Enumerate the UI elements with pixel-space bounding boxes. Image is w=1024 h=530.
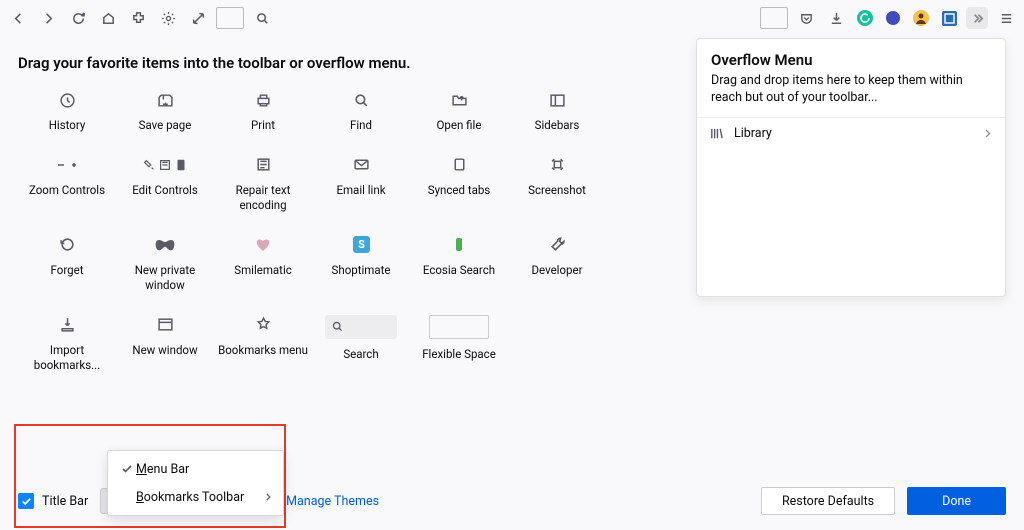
- reload-icon[interactable]: [66, 6, 90, 30]
- item-import[interactable]: Import bookmarks...: [18, 315, 116, 373]
- titlebar-checkbox[interactable]: Title Bar: [18, 493, 88, 509]
- overflow-panel: Overflow Menu Drag and drop items here t…: [696, 38, 1006, 297]
- newwin-icon: [157, 315, 174, 335]
- print-icon: [255, 90, 272, 110]
- item-open-file[interactable]: Open file: [410, 90, 508, 133]
- back-icon[interactable]: [6, 6, 30, 30]
- toolbar-placeholder[interactable]: [216, 7, 244, 29]
- done-button[interactable]: Done: [907, 487, 1006, 515]
- checkbox-checked-icon: [18, 493, 34, 509]
- forward-icon[interactable]: [36, 6, 60, 30]
- openfile-icon: [451, 90, 468, 110]
- repair-icon: [255, 155, 272, 175]
- save-icon: [157, 90, 174, 110]
- item-forget[interactable]: Forget: [18, 235, 116, 293]
- item-ecosia[interactable]: Ecosia Search: [410, 235, 508, 293]
- svg-text:S: S: [358, 238, 365, 251]
- item-edit[interactable]: Edit Controls: [116, 155, 214, 213]
- grammarly-icon[interactable]: [854, 7, 876, 29]
- manage-themes-link[interactable]: Manage Themes: [286, 494, 379, 509]
- restore-defaults-button[interactable]: Restore Defaults: [761, 487, 895, 515]
- shop-icon: S: [353, 235, 370, 255]
- item-find[interactable]: Find: [312, 90, 410, 133]
- sidebars-icon: [549, 90, 566, 110]
- menu-item-bookmarks-toolbar[interactable]: Bookmarks Toolbar: [108, 483, 283, 511]
- item-save-page[interactable]: Save page: [116, 90, 214, 133]
- item-developer[interactable]: Developer: [508, 235, 606, 293]
- smile-icon: [255, 235, 271, 255]
- screenshot-ext-icon[interactable]: [938, 7, 960, 29]
- flexspace-preview: [429, 315, 489, 339]
- dev-icon: [549, 235, 566, 255]
- screenshot-icon: [549, 155, 566, 175]
- ecosia-icon: [453, 235, 465, 255]
- menu-item-menubar[interactable]: Menu Bar: [108, 455, 283, 483]
- item-newwin[interactable]: New window: [116, 315, 214, 373]
- fullscreen-icon[interactable]: [186, 6, 210, 30]
- item-repair[interactable]: Repair text encoding: [214, 155, 312, 213]
- library-icon: [709, 126, 724, 141]
- home-icon[interactable]: [96, 6, 120, 30]
- browser-toolbar: [0, 0, 1024, 36]
- item-screenshot[interactable]: Screenshot: [508, 155, 606, 213]
- overflow-item-library[interactable]: Library: [697, 118, 1005, 149]
- email-icon: [353, 155, 370, 175]
- titlebar-label: Title Bar: [42, 494, 88, 509]
- item-private[interactable]: New private window: [116, 235, 214, 293]
- item-zoom[interactable]: Zoom Controls: [18, 155, 116, 213]
- chevron-right-icon: [982, 128, 993, 139]
- download-icon[interactable]: [824, 6, 848, 30]
- simplenote-icon[interactable]: [882, 7, 904, 29]
- item-smilematic[interactable]: Smilematic: [214, 235, 312, 293]
- synced-icon: [451, 155, 468, 175]
- extensions-icon[interactable]: [126, 6, 150, 30]
- item-sidebars[interactable]: Sidebars: [508, 90, 606, 133]
- search-preview: [325, 315, 397, 339]
- bookmarks-icon: [255, 315, 272, 335]
- overflow-desc: Drag and drop items here to keep them wi…: [711, 73, 991, 107]
- zoom-icon: [56, 155, 78, 175]
- edit-icon: [142, 155, 188, 175]
- find-icon: [353, 90, 370, 110]
- search-icon[interactable]: [250, 6, 274, 30]
- forget-icon: [59, 235, 76, 255]
- settings-icon[interactable]: [156, 6, 180, 30]
- item-search[interactable]: Search: [312, 315, 410, 373]
- item-bookmarks[interactable]: Bookmarks menu: [214, 315, 312, 373]
- hamburger-icon[interactable]: [994, 6, 1018, 30]
- item-email[interactable]: Email link: [312, 155, 410, 213]
- item-history[interactable]: History: [18, 90, 116, 133]
- overflow-item-label: Library: [734, 126, 772, 141]
- pocket-icon[interactable]: [794, 6, 818, 30]
- toolbars-menu: Menu Bar Bookmarks Toolbar: [107, 450, 284, 516]
- overflow-icon[interactable]: [966, 7, 988, 29]
- private-icon: [155, 235, 175, 255]
- item-print[interactable]: Print: [214, 90, 312, 133]
- item-shoptimate[interactable]: SShoptimate: [312, 235, 410, 293]
- overflow-title: Overflow Menu: [711, 51, 991, 69]
- item-synced[interactable]: Synced tabs: [410, 155, 508, 213]
- import-icon: [59, 315, 76, 335]
- avatar-icon[interactable]: [910, 7, 932, 29]
- history-icon: [59, 90, 76, 110]
- check-icon: [118, 463, 136, 475]
- item-flex-space[interactable]: Flexible Space: [410, 315, 508, 373]
- chevron-right-icon: [263, 492, 273, 502]
- toolbar-placeholder-right[interactable]: [760, 7, 788, 29]
